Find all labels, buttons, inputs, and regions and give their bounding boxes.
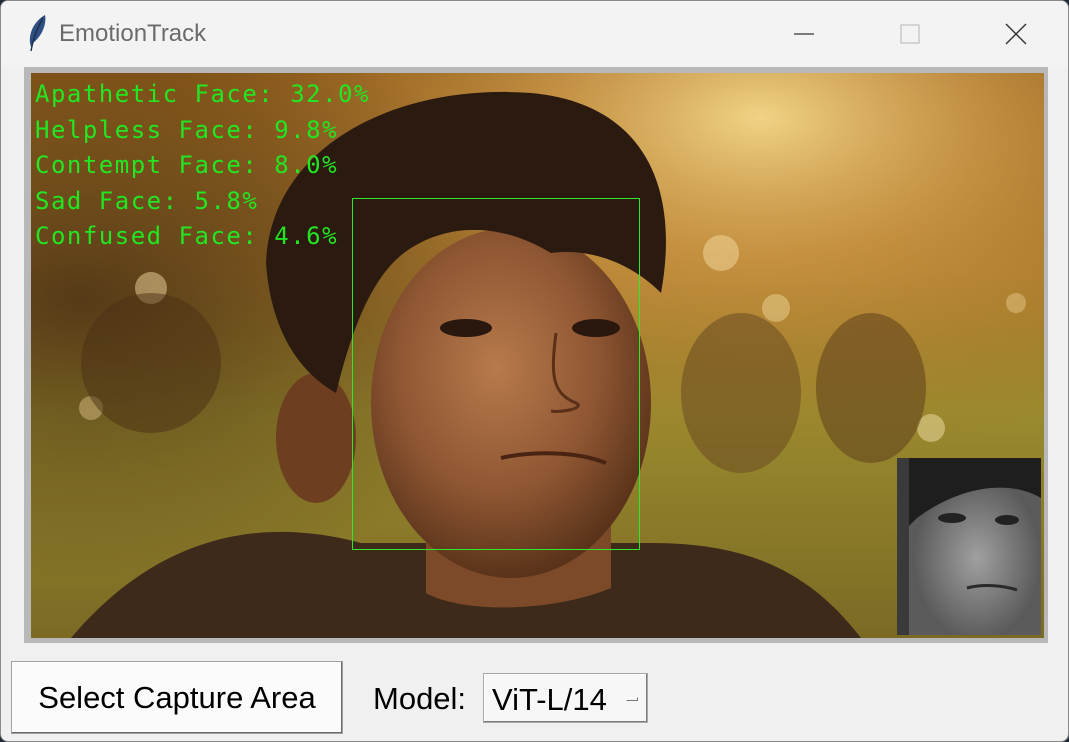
model-select[interactable]: ViT-L/14 [483,673,648,723]
dropdown-indicator-icon [626,697,638,701]
model-label: Model: [373,681,467,716]
feather-icon [29,15,46,52]
face-bounding-box [352,198,640,550]
emotion-label: Apathetic Face: 32.0% [35,80,370,108]
emotion-label: Contempt Face: 8.0% [35,151,339,179]
app-window: EmotionTrack Apathetic Face: 32.0% Helpl… [0,0,1069,742]
close-button[interactable] [986,9,1046,59]
face-thumbnail-image [897,458,1041,635]
face-thumbnail [897,458,1041,635]
maximize-button[interactable] [880,9,940,59]
maximize-icon [900,24,920,44]
capture-view: Apathetic Face: 32.0% Helpless Face: 9.8… [31,73,1044,638]
close-icon [1005,23,1027,45]
minimize-icon [794,33,814,35]
emotion-label: Confused Face: 4.6% [35,222,339,250]
title-bar[interactable]: EmotionTrack [1,1,1068,67]
emotion-label: Sad Face: 5.8% [35,186,259,215]
control-bar: Select Capture Area Model: ViT-L/14 [1,651,1068,741]
select-capture-area-button[interactable]: Select Capture Area [11,661,343,734]
minimize-button[interactable] [774,9,834,59]
emotion-label: Helpless Face: 9.8% [35,115,339,144]
window-title: EmotionTrack [59,20,207,47]
emotion-readout: Apathetic Face: 32.0% Helpless Face: 9.8… [35,79,370,257]
model-selected-value: ViT-L/14 [492,682,607,717]
